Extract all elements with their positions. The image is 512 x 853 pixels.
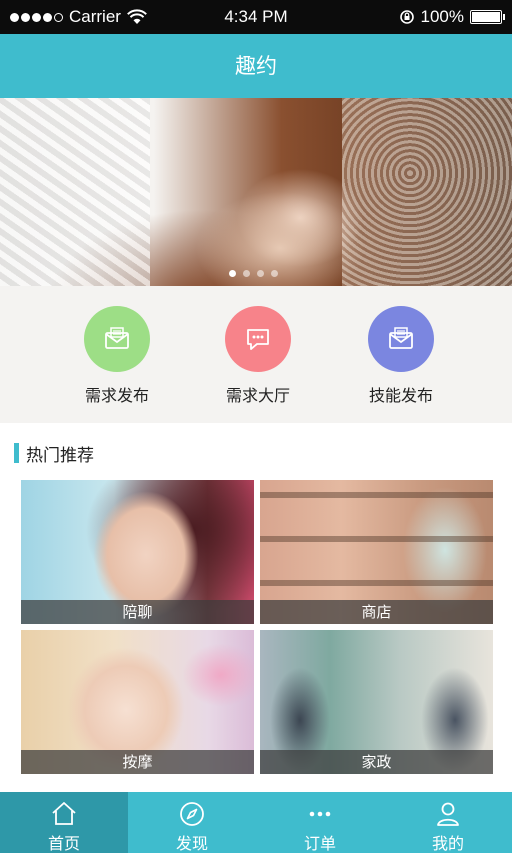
status-bar: Carrier 4:34 PM 100% bbox=[0, 0, 512, 34]
tab-bar: 首页 发现 订单 我的 bbox=[0, 792, 512, 853]
mail-icon bbox=[389, 327, 413, 349]
action-circle[interactable] bbox=[84, 306, 150, 372]
chat-icon bbox=[247, 329, 269, 350]
rotation-lock-icon bbox=[399, 10, 414, 24]
tile-caption: 家政 bbox=[260, 750, 493, 774]
pager-dot[interactable] bbox=[271, 270, 278, 277]
pager-dot[interactable] bbox=[243, 270, 250, 277]
tab-label: 订单 bbox=[303, 834, 336, 853]
compass-icon bbox=[180, 802, 204, 826]
tab-label: 我的 bbox=[431, 834, 464, 853]
quick-actions: 需求发布 需求大厅 技能发布 bbox=[0, 286, 512, 423]
recommend-tile-housekeeping[interactable]: 家政 bbox=[260, 630, 493, 774]
action-circle[interactable] bbox=[368, 306, 434, 372]
tile-caption: 商店 bbox=[260, 600, 493, 624]
tab-label: 首页 bbox=[47, 834, 80, 853]
status-right: 100% bbox=[399, 7, 505, 27]
action-post-skill[interactable]: 技能发布 bbox=[336, 306, 466, 406]
tab-orders[interactable]: 订单 bbox=[256, 792, 384, 853]
recommend-tile-shop[interactable]: 商店 bbox=[260, 480, 493, 624]
banner-image-dress bbox=[0, 98, 150, 286]
section-marker bbox=[14, 443, 19, 463]
action-post-demand[interactable]: 需求发布 bbox=[52, 306, 182, 406]
battery-percent: 100% bbox=[420, 7, 464, 26]
more-dots-icon bbox=[309, 811, 331, 817]
user-icon bbox=[437, 802, 459, 826]
pager-dot[interactable] bbox=[229, 270, 236, 277]
mail-icon bbox=[105, 327, 129, 349]
section-header: 热门推荐 bbox=[14, 442, 94, 466]
home-icon bbox=[52, 802, 76, 825]
app-header: 趣约 bbox=[0, 34, 512, 98]
action-demand-hall[interactable]: 需求大厅 bbox=[193, 306, 323, 406]
battery-icon bbox=[470, 10, 505, 24]
page-title: 趣约 bbox=[235, 54, 277, 78]
carousel-pager[interactable] bbox=[229, 270, 278, 277]
banner-image-lace bbox=[342, 98, 512, 286]
pager-dot[interactable] bbox=[257, 270, 264, 277]
action-label: 需求发布 bbox=[84, 386, 149, 405]
banner-carousel[interactable] bbox=[0, 98, 512, 286]
tab-discover[interactable]: 发现 bbox=[128, 792, 256, 853]
tab-home[interactable]: 首页 bbox=[0, 792, 128, 853]
action-label: 技能发布 bbox=[368, 386, 433, 405]
recommend-tile-massage[interactable]: 按摩 bbox=[21, 630, 254, 774]
action-circle[interactable] bbox=[225, 306, 291, 372]
tile-caption: 陪聊 bbox=[21, 600, 254, 624]
tab-label: 发现 bbox=[175, 834, 208, 853]
action-label: 需求大厅 bbox=[225, 386, 290, 405]
recommend-tile-chat[interactable]: 陪聊 bbox=[21, 480, 254, 624]
section-title: 热门推荐 bbox=[26, 445, 94, 466]
tile-caption: 按摩 bbox=[21, 750, 254, 774]
tab-profile[interactable]: 我的 bbox=[384, 792, 512, 853]
